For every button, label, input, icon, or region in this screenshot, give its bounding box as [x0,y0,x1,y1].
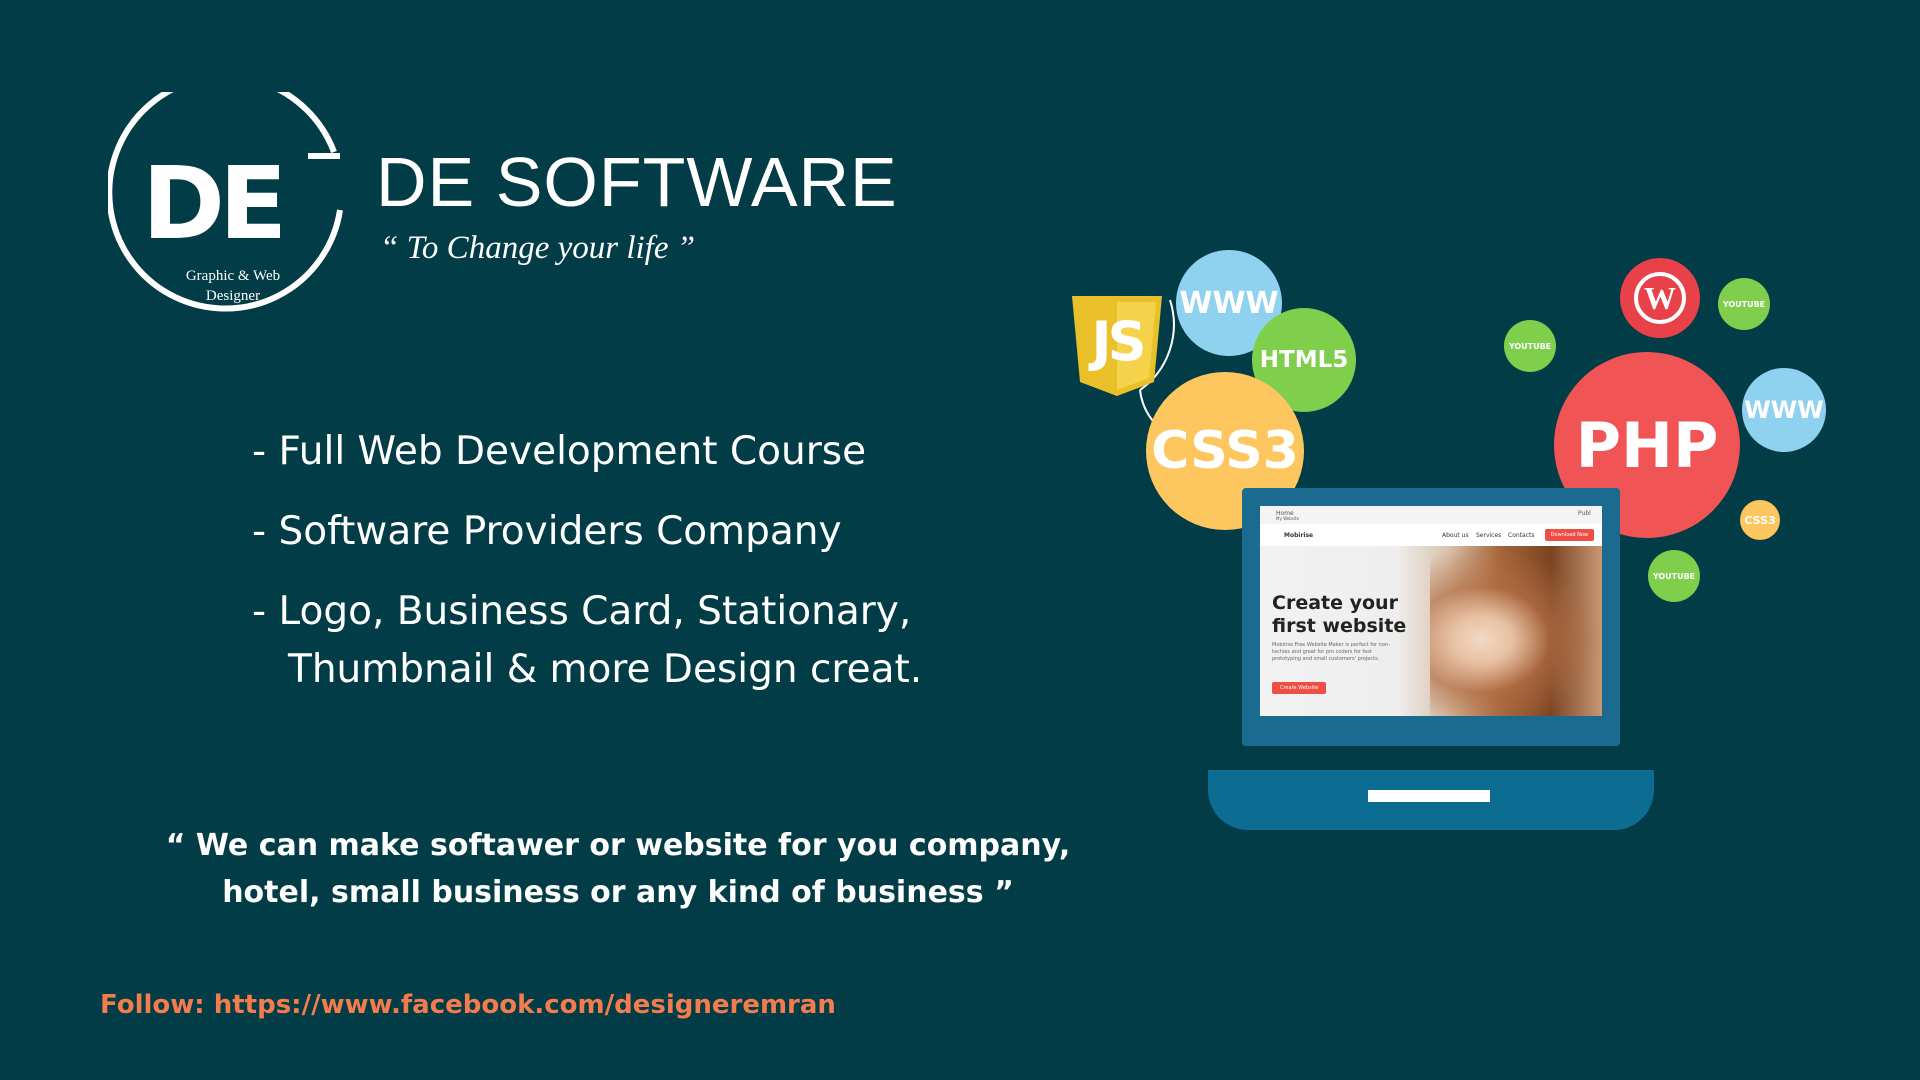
www-bubble-2: WWW [1742,368,1826,452]
quote-line-1: “ We can make softawer or website for yo… [165,828,1071,863]
css3-bubble-small: CSS3 [1740,500,1780,540]
toolbar-publish: Publ [1578,510,1591,517]
laptop-screen: Home My Website Publ Mobirise About us S… [1242,488,1620,746]
service-item-web-course: - Full Web Development Course [252,429,867,474]
site-brand: Mobirise [1284,532,1314,539]
laptop-trackpad [1368,790,1490,802]
hero-section: Create your first website Mobirise Free … [1260,546,1602,716]
nav-services: Services [1476,532,1502,539]
brand-name: DE SOFTWARE [376,143,898,221]
quote: “ We can make softawer or website for yo… [120,822,1116,916]
youtube-bubble-3: YOUTUBE [1648,550,1700,602]
website-preview: Home My Website Publ Mobirise About us S… [1260,506,1602,716]
hero-image [1430,546,1602,716]
quote-line-2: hotel, small business or any kind of bus… [222,875,1014,910]
youtube-bubble-1: YOUTUBE [1718,278,1770,330]
hero-title: Create your first website [1272,592,1407,637]
download-button: Download Now [1544,529,1594,541]
wordpress-bubble: W [1620,258,1700,338]
nav-contacts: Contacts [1508,532,1535,539]
toolbar-site: My Website [1276,516,1300,521]
service-item-design-cont: Thumbnail & more Design creat. [288,647,923,692]
logo-letters: DE [142,145,287,262]
wordpress-icon: W [1634,272,1686,324]
hero-text: Mobirise Free Website Maker is perfect f… [1272,642,1390,662]
tagline: “ To Change your life ” [380,230,696,266]
laptop-base [1208,770,1654,830]
js-label: JS [1091,310,1147,373]
logo-subtitle-line-2: Designer [205,288,261,304]
logo-subtitle-line-1: Graphic & Web [185,268,281,284]
youtube-bubble-2: YOUTUBE [1504,320,1556,372]
nav-about: About us [1442,532,1469,539]
service-item-software: - Software Providers Company [252,509,842,554]
svg-text:W: W [1644,280,1676,316]
hero-button: Create Website [1272,682,1327,694]
javascript-badge: JS [1072,296,1162,396]
site-nav: Mobirise About us Services Contacts Down… [1260,524,1602,547]
follow-link[interactable]: Follow: https://www.facebook.com/designe… [100,988,836,1022]
editor-toolbar: Home My Website Publ [1260,506,1602,525]
de-logo: DE Graphic & Web Designer [108,92,344,328]
logo-subtitle: Graphic & Web Designer [148,266,318,306]
service-item-design: - Logo, Business Card, Stationary, [252,589,912,634]
